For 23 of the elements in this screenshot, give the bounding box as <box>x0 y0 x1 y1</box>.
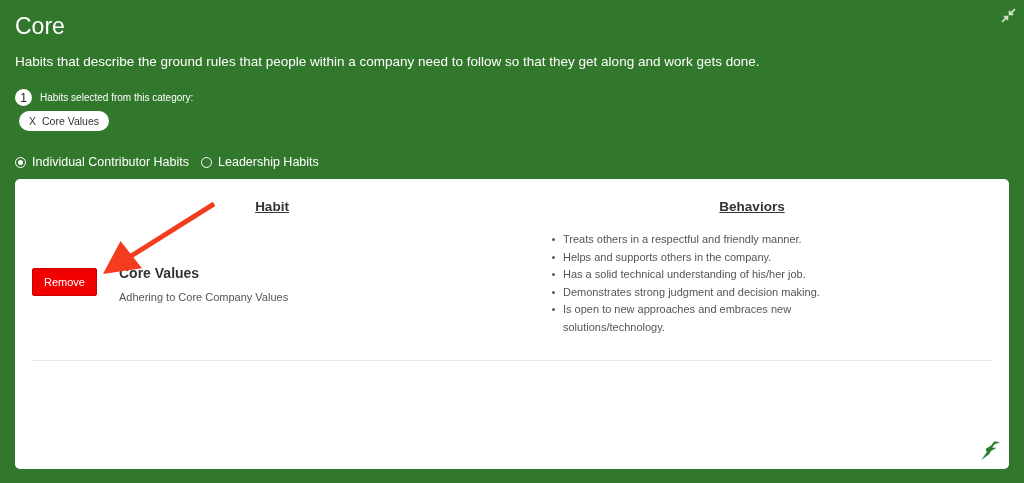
column-header: Habit <box>254 199 290 214</box>
behavior-item: Has a solid technical understanding of his/her job. <box>563 267 806 282</box>
remove-button[interactable]: Remove <box>32 267 97 296</box>
leaping-animal-icon <box>979 439 1001 461</box>
page-title: Core <box>15 12 65 40</box>
count-badge: 1 <box>15 89 32 106</box>
behavior-item: Helps and supports others in the company. <box>563 249 772 265</box>
radio-option[interactable]: Leadership Habits <box>201 155 319 169</box>
behavior-item: Treats others in a respectful and friendly manner. <box>563 232 802 247</box>
collapse-icon[interactable] <box>1001 8 1016 23</box>
bullet-icon <box>552 308 555 311</box>
behavior-item: Is open to new approaches and embraces new solutions/technology. <box>563 302 793 335</box>
column-header: Behaviors <box>718 199 786 214</box>
habit-chip[interactable]: X Core Values <box>19 111 110 131</box>
habit-description: Adhering to Core Company Values <box>119 290 289 303</box>
bullet-icon <box>552 290 555 294</box>
behavior-item: Demonstrates strong judgment and decision making. <box>563 284 820 300</box>
radio-option[interactable]: Individual Contributor Habits <box>15 155 190 169</box>
selection-label: Habits selected from this category: <box>40 92 194 103</box>
bullet-icon <box>552 238 555 241</box>
bullet-icon <box>552 273 555 276</box>
category-description: Habits that describe the ground rules that people within a company need to follow so that they get along and work gets done. <box>15 54 761 69</box>
bullet-icon <box>552 255 555 259</box>
